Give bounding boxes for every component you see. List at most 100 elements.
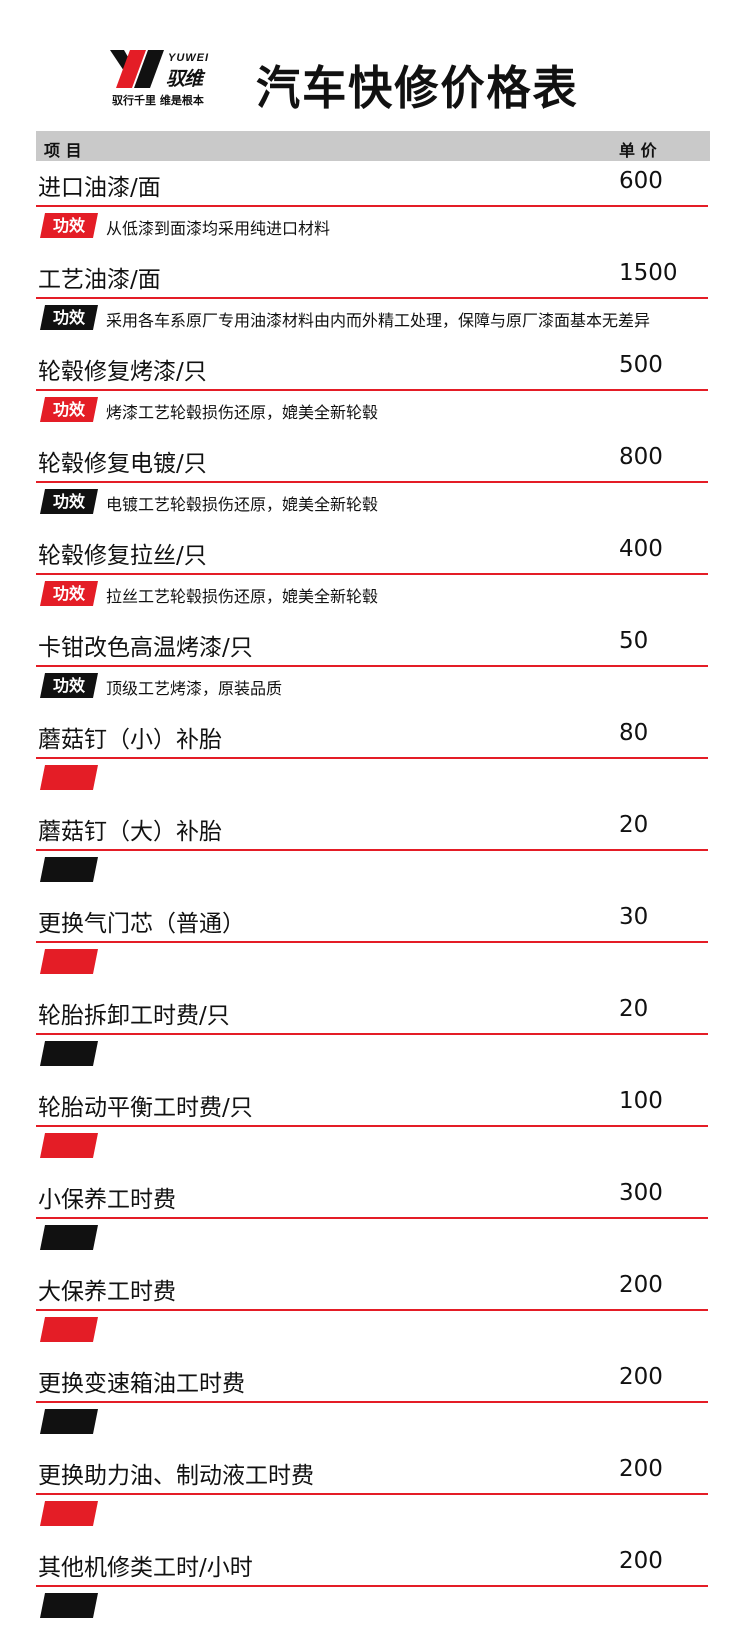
item-line: 其他机修类工时/小时 200 — [36, 1541, 708, 1587]
effect-tag — [40, 1409, 98, 1434]
item-name: 大保养工时费 — [38, 1279, 176, 1305]
effect-tag — [40, 949, 98, 974]
item-price: 80 — [619, 720, 649, 746]
item-price: 500 — [619, 352, 663, 378]
item-price: 100 — [619, 1088, 663, 1114]
price-row: 进口油漆/面 600 功效 从低漆到面漆均采用纯进口材料 — [0, 161, 750, 253]
effect-description: 从低漆到面漆均采用纯进口材料 — [106, 219, 331, 238]
item-name: 轮胎动平衡工时费/只 — [38, 1095, 253, 1121]
logo-english: YUWEI — [168, 52, 210, 64]
item-line: 进口油漆/面 600 — [36, 161, 708, 207]
item-name: 更换助力油、制动液工时费 — [38, 1463, 314, 1489]
item-line: 轮胎拆卸工时费/只 20 — [36, 989, 708, 1035]
effect-description: 电镀工艺轮毂损伤还原，媲美全新轮毂 — [106, 495, 379, 514]
item-name: 工艺油漆/面 — [38, 267, 161, 293]
effect-tag — [40, 1501, 98, 1526]
item-price: 1500 — [619, 260, 678, 286]
price-row: 轮毂修复电镀/只 800 功效 电镀工艺轮毂损伤还原，媲美全新轮毂 — [0, 437, 750, 529]
item-line: 轮毂修复电镀/只 800 — [36, 437, 708, 483]
effect-tag: 功效 — [40, 397, 98, 422]
item-name: 轮胎拆卸工时费/只 — [38, 1003, 230, 1029]
effect-tag-label: 功效 — [52, 216, 85, 235]
effect-tag-label: 功效 — [52, 400, 85, 419]
price-row: 更换气门芯（普通） 30 — [0, 897, 750, 989]
price-row: 工艺油漆/面 1500 功效 采用各车系原厂专用油漆材料由内而外精工处理，保障与原厂漆… — [0, 253, 750, 345]
price-row: 更换助力油、制动液工时费 200 — [0, 1449, 750, 1541]
item-line: 大保养工时费 200 — [36, 1265, 708, 1311]
item-name: 轮毂修复烤漆/只 — [38, 359, 207, 385]
effect-tag — [40, 1041, 98, 1066]
yuwei-logo: YUWEI 驭维 驭行千里 维是根本 — [108, 48, 228, 112]
item-line: 轮胎动平衡工时费/只 100 — [36, 1081, 708, 1127]
item-name: 更换变速箱油工时费 — [38, 1371, 245, 1397]
item-price: 200 — [619, 1548, 663, 1574]
item-line: 蘑菇钉（大）补胎 20 — [36, 805, 708, 851]
item-line: 更换变速箱油工时费 200 — [36, 1357, 708, 1403]
page-title: 汽车快修价格表 — [256, 61, 579, 115]
item-line: 工艺油漆/面 1500 — [36, 253, 708, 299]
effect-tag: 功效 — [40, 213, 98, 238]
effect-tag-label: 功效 — [52, 676, 85, 695]
item-price: 200 — [619, 1272, 663, 1298]
item-price: 400 — [619, 536, 663, 562]
item-line: 小保养工时费 300 — [36, 1173, 708, 1219]
item-price: 200 — [619, 1364, 663, 1390]
effect-tag — [40, 1593, 98, 1618]
price-row: 轮毂修复烤漆/只 500 功效 烤漆工艺轮毂损伤还原，媲美全新轮毂 — [0, 345, 750, 437]
item-name: 进口油漆/面 — [38, 175, 161, 201]
price-row: 小保养工时费 300 — [0, 1173, 750, 1265]
item-line: 更换助力油、制动液工时费 200 — [36, 1449, 708, 1495]
effect-tag-label: 功效 — [52, 308, 85, 327]
price-row: 轮毂修复拉丝/只 400 功效 拉丝工艺轮毂损伤还原，媲美全新轮毂 — [0, 529, 750, 621]
yuwei-logo-mark-icon — [110, 50, 164, 88]
item-name: 轮毂修复拉丝/只 — [38, 543, 207, 569]
effect-description: 拉丝工艺轮毂损伤还原，媲美全新轮毂 — [106, 587, 379, 606]
effect-tag — [40, 1317, 98, 1342]
price-row: 蘑菇钉（小）补胎 80 — [0, 713, 750, 805]
page-header: YUWEI 驭维 驭行千里 维是根本 汽车快修价格表 — [0, 0, 750, 120]
item-price: 30 — [619, 904, 649, 930]
effect-tag — [40, 765, 98, 790]
logo-slogan: 驭行千里 维是根本 — [112, 94, 204, 107]
item-price: 50 — [619, 628, 649, 654]
item-name: 卡钳改色高温烤漆/只 — [38, 635, 253, 661]
effect-tag-label: 功效 — [52, 584, 85, 603]
effect-tag: 功效 — [40, 489, 98, 514]
item-name: 轮毂修复电镀/只 — [38, 451, 207, 477]
item-price: 800 — [619, 444, 663, 470]
effect-tag: 功效 — [40, 305, 98, 330]
item-name: 小保养工时费 — [38, 1187, 176, 1213]
item-name: 更换气门芯（普通） — [38, 911, 245, 937]
item-line: 蘑菇钉（小）补胎 80 — [36, 713, 708, 759]
price-row: 轮胎拆卸工时费/只 20 — [0, 989, 750, 1081]
column-header-item: 项 目 — [44, 141, 82, 160]
table-header: 项 目 单 价 — [36, 131, 710, 161]
logo-chinese: 驭维 — [166, 68, 203, 90]
column-header-price: 单 价 — [619, 141, 657, 160]
price-list: 进口油漆/面 600 功效 从低漆到面漆均采用纯进口材料 工艺油漆/面 1500 功效 采用各… — [0, 161, 750, 1633]
effect-tag — [40, 857, 98, 882]
price-row: 更换变速箱油工时费 200 — [0, 1357, 750, 1449]
price-row: 蘑菇钉（大）补胎 20 — [0, 805, 750, 897]
price-row: 大保养工时费 200 — [0, 1265, 750, 1357]
item-price: 600 — [619, 168, 663, 194]
item-name: 蘑菇钉（大）补胎 — [38, 819, 222, 845]
effect-description: 采用各车系原厂专用油漆材料由内而外精工处理，保障与原厂漆面基本无差异 — [106, 311, 651, 330]
item-line: 轮毂修复烤漆/只 500 — [36, 345, 708, 391]
item-price: 200 — [619, 1456, 663, 1482]
item-name: 蘑菇钉（小）补胎 — [38, 727, 222, 753]
price-row: 其他机修类工时/小时 200 — [0, 1541, 750, 1633]
effect-tag: 功效 — [40, 581, 98, 606]
item-price: 20 — [619, 996, 649, 1022]
effect-tag-label: 功效 — [52, 492, 85, 511]
item-line: 卡钳改色高温烤漆/只 50 — [36, 621, 708, 667]
price-row: 卡钳改色高温烤漆/只 50 功效 顶级工艺烤漆，原装品质 — [0, 621, 750, 713]
effect-tag: 功效 — [40, 673, 98, 698]
effect-tag — [40, 1133, 98, 1158]
item-line: 更换气门芯（普通） 30 — [36, 897, 708, 943]
item-price: 20 — [619, 812, 649, 838]
item-price: 300 — [619, 1180, 663, 1206]
effect-description: 顶级工艺烤漆，原装品质 — [106, 679, 283, 698]
item-name: 其他机修类工时/小时 — [38, 1555, 253, 1581]
effect-tag — [40, 1225, 98, 1250]
